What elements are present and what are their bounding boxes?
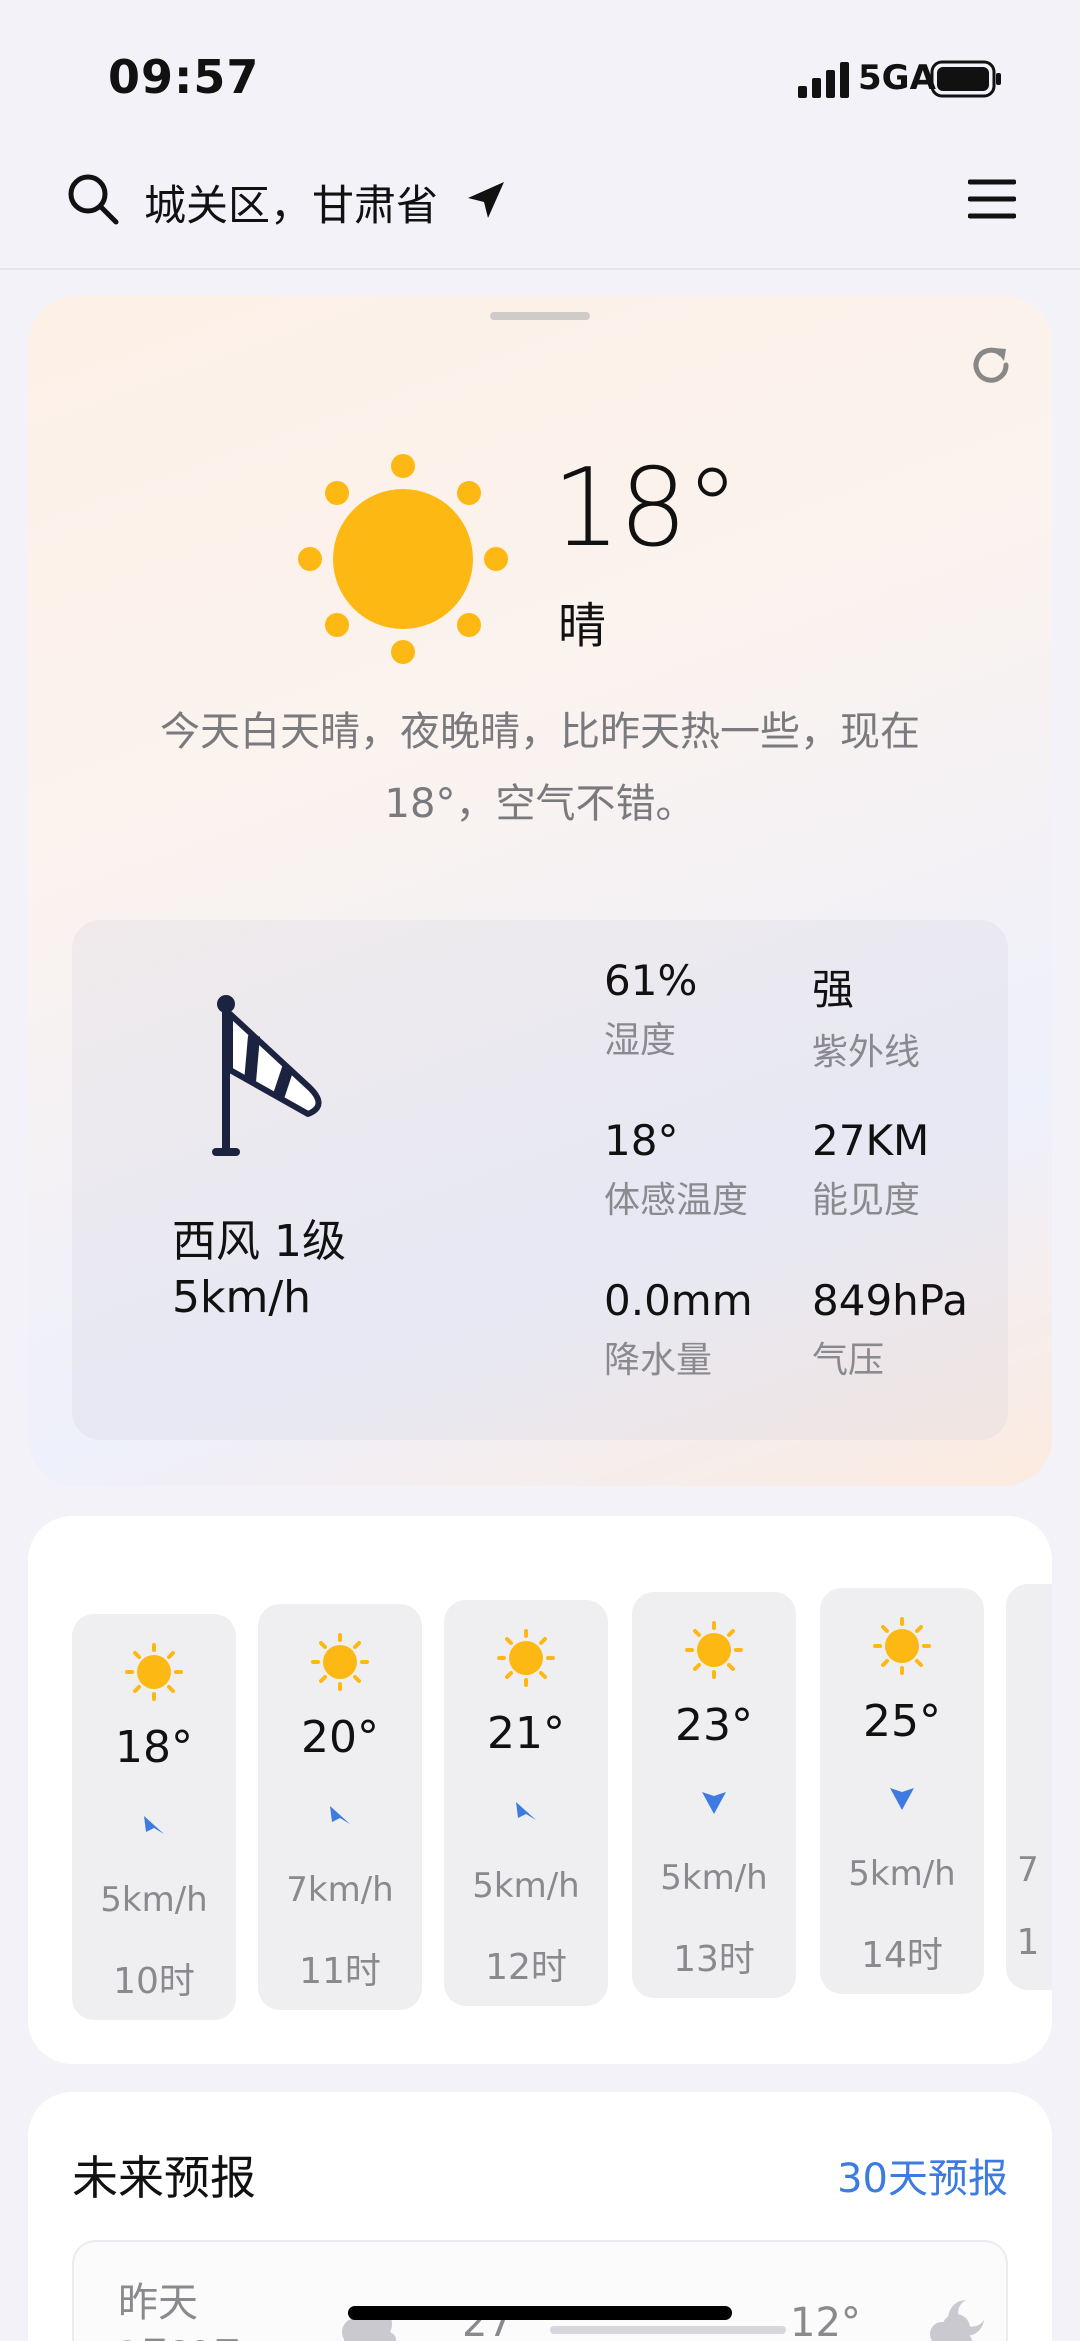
hour-tile[interactable]: 18° 5km/h 10时 <box>72 1614 236 2020</box>
stat-value: 0.0mm <box>604 1276 753 1325</box>
hour-tile[interactable]: 23° 5km/h 13时 <box>632 1592 796 1998</box>
feels-like-stat: 18° 体感温度 <box>604 1116 748 1223</box>
wind-arrow-northwest-icon <box>516 1802 536 1820</box>
hour-temperature: 25° <box>863 1696 941 1747</box>
forecast-row[interactable]: 昨天 3月29日 27° 12° <box>72 2240 1008 2341</box>
stat-label: 湿度 <box>604 1020 677 1061</box>
menu-icon[interactable] <box>968 176 1016 222</box>
network-type-label: 5GA <box>858 58 936 98</box>
current-temperature: 18° <box>552 446 739 571</box>
stat-label: 降水量 <box>604 1340 713 1381</box>
moon-cloud-icon <box>930 2300 984 2341</box>
sun-icon <box>685 1621 743 1679</box>
visibility-stat: 27KM 能见度 <box>812 1116 929 1223</box>
hour-wind-speed: 5km/h <box>660 1858 768 1898</box>
pressure-stat: 849hPa 气压 <box>812 1276 968 1383</box>
hour-wind-speed: 5km/h <box>100 1880 208 1920</box>
future-forecast-card: 未来预报 30天预报 昨天 3月29日 27° 12° <box>28 2092 1052 2341</box>
status-bar: 09:57 5GA <box>0 0 1080 150</box>
windsock-icon <box>212 995 322 1156</box>
stat-value: 强 <box>812 965 855 1014</box>
status-time: 09:57 <box>108 50 260 104</box>
wind-arrow-northwest-icon <box>144 1816 164 1834</box>
wind-direction-level: 西风 1级 <box>172 1216 346 1267</box>
hour-wind-speed: 7 <box>1017 1850 1039 1890</box>
hour-wind-speed: 7km/h <box>286 1870 394 1910</box>
wind-speed: 5km/h <box>172 1272 312 1323</box>
hour-tile[interactable]: 21° 5km/h 12时 <box>444 1600 608 2006</box>
thirty-day-forecast-link[interactable]: 30天预报 <box>837 2146 1008 2204</box>
hour-tile[interactable]: 20° 7km/h 11时 <box>258 1604 422 2010</box>
uv-stat: 强 紫外线 <box>812 956 920 1075</box>
sun-icon <box>298 454 508 664</box>
sun-icon <box>311 1633 369 1691</box>
weather-summary: 今天白天晴，夜晚晴，比昨天热一些，现在18°，空气不错。 <box>160 709 920 827</box>
stat-value: 18° <box>604 1116 679 1165</box>
sun-icon <box>125 1643 183 1701</box>
home-indicator[interactable] <box>348 2306 732 2320</box>
current-weather-card: 18° 晴 今天白天晴，夜晚晴，比昨天热一些，现在18°，空气不错。 西风 1级… <box>28 296 1052 1486</box>
wind-arrow-south-icon <box>890 1788 914 1810</box>
stat-label: 气压 <box>812 1340 885 1381</box>
precipitation-stat: 0.0mm 降水量 <box>604 1276 753 1383</box>
hour-temperature: 18° <box>115 1722 193 1773</box>
hour-tile-partial[interactable]: 7 1 <box>1006 1584 1052 1990</box>
sun-icon <box>497 1629 555 1687</box>
forecast-title: 未来预报 <box>72 2151 256 2205</box>
hour-temperature: 20° <box>301 1712 379 1763</box>
forecast-date: 3月29日 <box>118 2328 243 2341</box>
stat-value: 27KM <box>812 1116 930 1165</box>
hour-wind-speed: 5km/h <box>472 1866 580 1906</box>
search-icon[interactable] <box>64 170 120 226</box>
location-label[interactable]: 城关区，甘肃省 <box>144 172 438 233</box>
hourly-forecast-card[interactable]: 18° 5km/h 10时 20° 7km/h 11时 21° 5km/h 12… <box>28 1516 1052 2064</box>
refresh-icon[interactable] <box>968 342 1014 388</box>
stat-label: 体感温度 <box>604 1180 749 1221</box>
app-header: 城关区，甘肃省 <box>0 150 1080 270</box>
battery-icon <box>930 60 1001 98</box>
hour-time: 10时 <box>113 1961 195 2002</box>
location-arrow-icon <box>468 182 504 218</box>
current-condition: 晴 <box>558 598 607 654</box>
forecast-low: 12° <box>790 2300 861 2341</box>
stat-value: 61% <box>604 956 698 1005</box>
drag-handle[interactable] <box>490 312 590 320</box>
forecast-day: 昨天 <box>118 2280 198 2326</box>
hour-time: 1 <box>1016 1922 1040 1963</box>
stat-value: 849hPa <box>812 1276 968 1325</box>
hour-time: 12时 <box>485 1947 567 1988</box>
sun-icon <box>873 1617 931 1675</box>
wind-arrow-northwest-icon <box>330 1806 350 1824</box>
hour-time: 13时 <box>673 1939 755 1980</box>
hour-temperature: 21° <box>487 1708 565 1759</box>
stat-label: 能见度 <box>812 1180 921 1221</box>
temperature-range-bar <box>550 2326 786 2334</box>
wind-arrow-south-icon <box>702 1792 726 1814</box>
signal-icon <box>798 62 849 98</box>
hour-time: 11时 <box>299 1951 381 1992</box>
hour-temperature: 23° <box>675 1700 753 1751</box>
stat-label: 紫外线 <box>812 1032 921 1073</box>
weather-details-panel: 西风 1级 5km/h 61% 湿度 强 紫外线 18° 体感温度 27KM 能… <box>72 920 1008 1440</box>
humidity-stat: 61% 湿度 <box>604 956 697 1063</box>
